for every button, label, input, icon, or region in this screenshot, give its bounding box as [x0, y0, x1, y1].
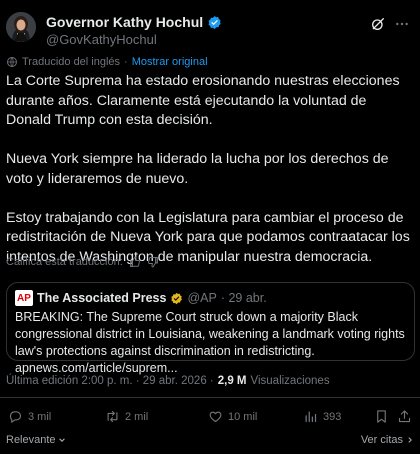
quote-author-name: The Associated Press	[37, 291, 167, 305]
bookmark-button[interactable]	[374, 409, 389, 424]
chevron-right-icon	[408, 437, 412, 443]
translation-notice: Traducido del inglés · Mostrar original	[6, 56, 208, 68]
chevron-down-icon	[58, 438, 65, 442]
grok-icon[interactable]	[370, 16, 386, 32]
tweet-paragraph: Nueva York siempre ha liderado la lucha …	[6, 151, 389, 187]
ap-avatar: AP	[15, 290, 33, 306]
action-bar: 3 mil 2 mil 10 mil 393	[8, 409, 412, 427]
quote-date: · 29 abr.	[220, 291, 267, 305]
repost-count: 2 mil	[125, 410, 149, 423]
views-count: 2,9 M	[217, 375, 247, 387]
reply-count: 3 mil	[28, 410, 52, 423]
divider	[0, 397, 420, 398]
translation-label: Traducido del inglés	[22, 56, 121, 68]
share-button[interactable]	[397, 409, 412, 424]
like-button[interactable]: 10 mil	[208, 409, 257, 424]
sort-relevant-dropdown[interactable]: Relevante	[6, 434, 66, 446]
quoted-tweet[interactable]: AP The Associated Press @AP · 29 abr. BR…	[6, 282, 415, 375]
display-name[interactable]: Governor Kathy Hochul	[46, 14, 203, 30]
reply-icon	[9, 411, 22, 423]
avatar[interactable]	[6, 12, 36, 42]
thumbs-down-icon[interactable]	[147, 256, 159, 268]
reply-button[interactable]: 3 mil	[8, 409, 51, 424]
sort-label: Relevante	[6, 434, 56, 446]
heart-icon	[209, 411, 222, 423]
verified-badge-icon	[208, 15, 221, 29]
views-action-count: 393	[323, 410, 342, 423]
rate-translation: Califica esta traducción:	[6, 256, 159, 268]
edited-timestamp[interactable]: Última edición 2:00 p. m. · 29 abr. 2026…	[6, 375, 214, 387]
tweet-header: Governor Kathy Hochul @GovKathyHochul	[6, 10, 414, 50]
views-button[interactable]: 393	[303, 409, 341, 424]
translate-icon	[7, 57, 17, 67]
repost-button[interactable]: 2 mil	[105, 409, 148, 424]
quote-text: BREAKING: The Supreme Court struck down …	[15, 310, 405, 375]
gold-verified-badge-icon	[171, 292, 183, 304]
tweet-paragraph: La Corte Suprema ha estado erosionando n…	[6, 73, 400, 128]
thumbs-up-icon[interactable]	[129, 256, 141, 268]
quote-header: AP The Associated Press @AP · 29 abr.	[15, 290, 267, 306]
analytics-icon	[305, 411, 317, 423]
rate-translation-label: Califica esta traducción:	[6, 256, 123, 268]
views-label: Visualizaciones	[250, 375, 330, 387]
show-original-link[interactable]: Mostrar original	[132, 56, 208, 68]
repost-icon	[107, 410, 118, 423]
bookmark-icon	[377, 410, 386, 423]
see-quotes-link[interactable]: Ver citas	[361, 434, 414, 446]
tweet-text: La Corte Suprema ha estado erosionando n…	[6, 72, 414, 287]
tweet-meta: Última edición 2:00 p. m. · 29 abr. 2026…	[6, 375, 330, 387]
quote-author-handle: @AP	[187, 291, 217, 305]
author-handle[interactable]: @GovKathyHochul	[46, 32, 157, 47]
like-count: 10 mil	[228, 410, 258, 423]
share-icon	[398, 410, 411, 423]
name-row: Governor Kathy Hochul	[46, 14, 222, 30]
more-options-icon[interactable]	[394, 16, 410, 32]
see-quotes-label: Ver citas	[360, 434, 403, 446]
